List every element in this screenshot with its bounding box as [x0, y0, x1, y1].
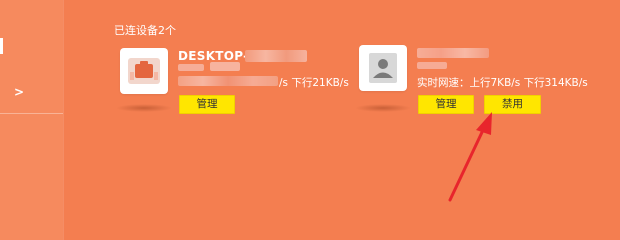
device-speed: /s 下行21KB/s: [279, 77, 349, 89]
manage-button[interactable]: 管理: [179, 95, 235, 114]
sidebar: >: [0, 0, 63, 240]
phone-user-icon: [359, 45, 407, 91]
sidebar-divider: [0, 113, 63, 114]
device-subtitle-blur: [417, 62, 447, 69]
device-shadow: [355, 104, 411, 112]
device-subtitle-blur: [178, 64, 204, 71]
annotation-arrow-icon: [448, 112, 492, 202]
device-subtitle-blur: [210, 62, 240, 71]
sidebar-chevron-icon[interactable]: >: [14, 85, 24, 99]
device-name-blur: [417, 48, 489, 58]
connected-devices-title: 已连设备2个: [114, 24, 176, 37]
device-name-blur: [245, 50, 307, 62]
content-divider: [63, 0, 64, 240]
sidebar-active-marker: [0, 38, 3, 54]
computer-icon: [120, 48, 168, 94]
device-speed: 实时网速：上行7KB/s 下行314KB/s: [417, 77, 588, 89]
speed-blur: [178, 76, 278, 86]
device-shadow: [116, 104, 172, 112]
